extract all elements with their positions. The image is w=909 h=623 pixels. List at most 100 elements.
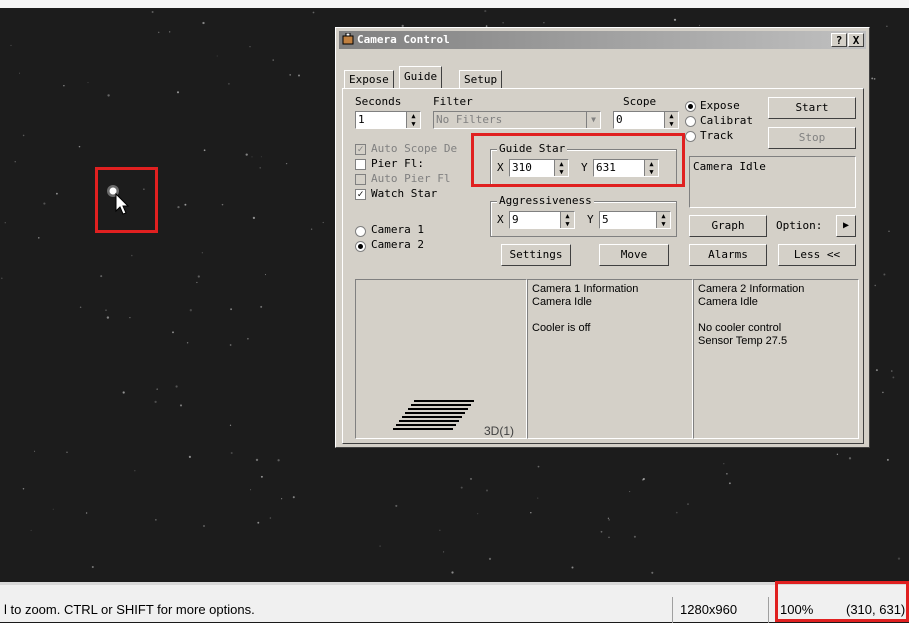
- mode-calibrate-label: Calibrat: [700, 114, 753, 127]
- faint-star: [134, 470, 136, 472]
- move-button[interactable]: Move: [599, 244, 669, 266]
- faint-star: [875, 369, 878, 372]
- auto-scope-checkbox[interactable]: ✓: [355, 144, 366, 155]
- status-textbox: Camera Idle: [689, 156, 856, 208]
- aggr-x-label: X: [497, 213, 504, 226]
- faint-star: [14, 161, 16, 163]
- faint-star: [310, 228, 313, 230]
- faint-star: [292, 496, 295, 499]
- faint-star: [543, 22, 545, 24]
- faint-star: [874, 284, 876, 287]
- faint-star: [537, 465, 540, 468]
- status-text: Camera Idle: [693, 160, 766, 173]
- mode-track-radio[interactable]: [685, 131, 696, 142]
- faint-star: [230, 452, 233, 454]
- faint-star: [85, 512, 88, 514]
- graph-pane[interactable]: 3D(1): [355, 279, 527, 439]
- start-button[interactable]: Start: [768, 97, 856, 119]
- faint-star: [87, 82, 89, 84]
- faint-star: [154, 400, 157, 404]
- faint-star: [230, 308, 233, 311]
- faint-star: [196, 281, 198, 284]
- help-button[interactable]: ?: [831, 33, 847, 47]
- auto-pier-flip-label: Auto Pier Fl: [371, 172, 451, 185]
- faint-star: [179, 404, 183, 407]
- faint-star: [247, 337, 249, 340]
- camera1-label: Camera 1: [371, 223, 424, 236]
- camera-control-window: Camera Control ? X Expose Guide Setup Se…: [335, 27, 870, 448]
- aggr-y-label: Y: [587, 213, 594, 226]
- close-button[interactable]: X: [848, 33, 864, 47]
- aggressiveness-title: Aggressiveness: [497, 194, 594, 207]
- faint-star: [52, 508, 54, 510]
- faint-star: [252, 216, 256, 220]
- faint-star: [216, 55, 218, 57]
- faint-star: [888, 230, 890, 232]
- faint-star: [886, 458, 889, 461]
- graph-3d-icon: [393, 400, 474, 430]
- faint-star: [201, 252, 203, 254]
- auto-pier-flip-checkbox[interactable]: [355, 174, 366, 185]
- faint-star: [197, 275, 200, 278]
- status-bar: l to zoom. CTRL or SHIFT for more option…: [0, 582, 909, 623]
- faint-star: [43, 202, 46, 205]
- settings-button[interactable]: Settings: [501, 244, 571, 266]
- graph-button[interactable]: Graph: [689, 215, 767, 237]
- seconds-spinner[interactable]: ▲ ▼: [406, 112, 420, 128]
- faint-star: [600, 530, 603, 533]
- faint-star: [251, 156, 253, 158]
- faint-star: [249, 46, 251, 48]
- faint-star: [281, 498, 283, 500]
- aggr-x-spinner[interactable]: ▲ ▼: [560, 212, 574, 228]
- faint-star: [883, 273, 886, 276]
- filter-select[interactable]: No Filters: [433, 111, 601, 129]
- faint-star: [451, 571, 454, 574]
- title-bar[interactable]: Camera Control ? X: [339, 31, 866, 49]
- camera2-radio[interactable]: [355, 241, 366, 252]
- image-size: 1280x960: [680, 602, 738, 617]
- faint-star: [176, 91, 180, 94]
- faint-star: [488, 557, 492, 561]
- faint-star: [460, 486, 463, 489]
- faint-star: [1, 277, 3, 280]
- faint-star: [469, 477, 473, 480]
- faint-star: [379, 545, 381, 547]
- camera1-radio[interactable]: [355, 226, 366, 237]
- faint-star: [202, 524, 206, 528]
- window-title: Camera Control: [357, 33, 450, 46]
- mode-calibrate-radio[interactable]: [685, 116, 696, 127]
- aggr-y-spinner[interactable]: ▲ ▼: [656, 212, 670, 228]
- faint-star: [203, 149, 206, 152]
- options-arrow-button[interactable]: ▶: [836, 215, 856, 237]
- filter-dropdown-arrow-icon[interactable]: ▼: [586, 112, 600, 128]
- faint-star: [10, 44, 12, 46]
- faint-star: [186, 342, 189, 344]
- watch-star-checkbox[interactable]: ✓: [355, 189, 366, 200]
- tab-guide[interactable]: Guide: [399, 66, 443, 88]
- seconds-label: Seconds: [355, 95, 402, 108]
- pier-flip-label: Pier Fl:: [371, 157, 424, 170]
- stop-button[interactable]: Stop: [768, 127, 856, 149]
- faint-star: [395, 504, 398, 507]
- tab-setup[interactable]: Setup: [459, 70, 503, 88]
- camera2-info-cooler: No cooler control: [698, 322, 782, 334]
- alarms-button[interactable]: Alarms: [689, 244, 767, 266]
- scope-label: Scope: [623, 95, 657, 108]
- less-button[interactable]: Less <<: [778, 244, 856, 266]
- faint-star: [608, 536, 610, 539]
- mode-track-label: Track: [700, 129, 734, 142]
- tab-expose[interactable]: Expose: [344, 70, 394, 88]
- faint-star: [651, 571, 654, 574]
- camera1-info-title: Camera 1 Information: [532, 283, 639, 295]
- scope-spinner[interactable]: ▲ ▼: [664, 112, 678, 128]
- faint-star: [151, 11, 154, 13]
- mode-expose-radio[interactable]: [685, 101, 696, 112]
- pier-flip-checkbox[interactable]: [355, 159, 366, 170]
- auto-scope-label: Auto Scope De: [371, 142, 458, 155]
- faint-star: [443, 551, 445, 553]
- faint-star: [675, 511, 678, 514]
- camera2-info-title: Camera 2 Information: [698, 283, 805, 295]
- faint-star: [260, 475, 263, 478]
- app-icon: [342, 33, 354, 45]
- faint-star: [723, 463, 725, 465]
